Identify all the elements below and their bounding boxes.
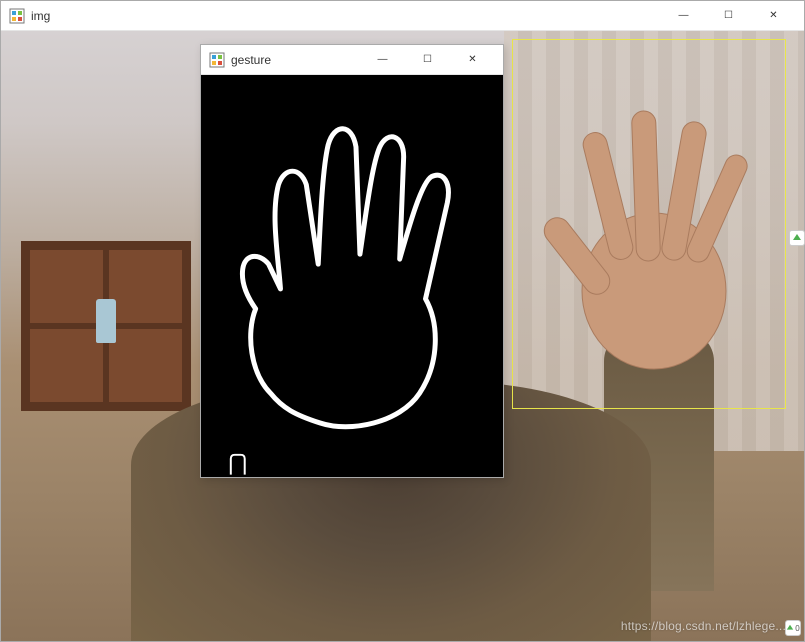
main-window-controls: — ☐ ✕ — [661, 1, 796, 31]
close-button[interactable]: ✕ — [450, 45, 495, 75]
gesture-window-title: gesture — [231, 53, 360, 67]
watermark-text: https://blog.csdn.net/lzhlege... — [621, 619, 786, 633]
gesture-window: gesture — ☐ ✕ — [200, 44, 504, 478]
maximize-icon: ☐ — [724, 10, 733, 21]
real-hand — [534, 91, 754, 391]
side-widget-bottom[interactable]: 0 — [785, 620, 801, 636]
maximize-button[interactable]: ☐ — [405, 45, 450, 75]
close-icon: ✕ — [769, 10, 777, 21]
maximize-icon: ☐ — [423, 54, 432, 65]
minimize-button[interactable]: — — [360, 45, 405, 75]
close-icon: ✕ — [468, 54, 476, 65]
maximize-button[interactable]: ☐ — [706, 1, 751, 31]
main-titlebar[interactable]: img — ☐ ✕ — [1, 1, 804, 31]
background-bottle — [96, 299, 116, 343]
hand-contour — [201, 75, 503, 477]
minimize-button[interactable]: — — [661, 1, 706, 31]
minimize-icon: — — [378, 54, 388, 65]
app-icon — [9, 8, 25, 24]
close-button[interactable]: ✕ — [751, 1, 796, 31]
side-widget-value: 0 — [795, 624, 799, 633]
main-window-title: img — [31, 9, 661, 23]
side-widget-top[interactable] — [789, 230, 805, 246]
minimize-icon: — — [679, 10, 689, 21]
app-icon — [209, 52, 225, 68]
gesture-titlebar[interactable]: gesture — ☐ ✕ — [201, 45, 503, 75]
gesture-window-content — [201, 75, 503, 477]
gesture-window-controls: — ☐ ✕ — [360, 45, 495, 75]
